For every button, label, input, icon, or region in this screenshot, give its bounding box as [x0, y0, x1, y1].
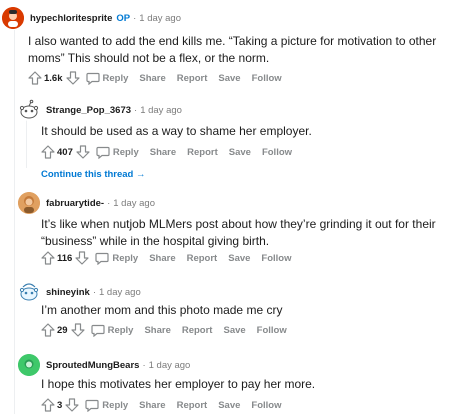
comment-body: I also wanted to add the end kills me. “… — [28, 34, 437, 65]
username[interactable]: fabruarytide- — [46, 198, 104, 209]
upvote-icon[interactable] — [28, 71, 42, 85]
vote-score: 407 — [57, 146, 73, 158]
reply-icon — [95, 252, 109, 265]
timestamp[interactable]: 1 day ago — [99, 287, 141, 298]
avatar[interactable] — [18, 99, 40, 121]
avatar[interactable] — [18, 354, 40, 376]
vote-score: 3 — [57, 399, 63, 411]
save-button[interactable]: Save — [229, 147, 251, 158]
vote-score: 29 — [57, 324, 68, 336]
follow-button[interactable]: Follow — [252, 73, 282, 84]
avatar[interactable] — [18, 281, 40, 303]
share-button[interactable]: Share — [144, 325, 170, 336]
timestamp[interactable]: 1 day ago — [140, 105, 182, 116]
reply-button[interactable]: Reply — [85, 399, 128, 412]
follow-button[interactable]: Follow — [257, 325, 287, 336]
reply-button[interactable]: Reply — [85, 72, 129, 85]
share-button[interactable]: Share — [150, 147, 176, 158]
downvote-icon[interactable] — [75, 251, 89, 265]
follow-button[interactable]: Follow — [251, 400, 281, 411]
comment-body: It’s like when nutjob MLMers post about … — [41, 217, 436, 248]
snoo-avatar-icon — [19, 283, 39, 301]
separator: · — [142, 359, 146, 371]
report-button[interactable]: Report — [187, 147, 218, 158]
downvote-icon[interactable] — [65, 398, 79, 412]
timestamp[interactable]: 1 day ago — [149, 360, 191, 371]
avatar[interactable] — [2, 7, 24, 29]
upvote-icon[interactable] — [41, 323, 55, 337]
share-button[interactable]: Share — [139, 73, 165, 84]
upvote-icon[interactable] — [41, 251, 55, 265]
vote-score: 116 — [57, 252, 73, 264]
downvote-icon[interactable] — [76, 145, 90, 159]
comment-body: It should be used as a way to shame her … — [41, 124, 312, 138]
avatar-figure-icon — [2, 7, 24, 29]
avatar-figure-icon — [18, 192, 40, 214]
timestamp[interactable]: 1 day ago — [113, 198, 155, 209]
follow-button[interactable]: Follow — [261, 253, 291, 264]
comment-body: I hope this motivates her employer to pa… — [41, 377, 316, 391]
reply-icon — [96, 146, 110, 159]
upvote-icon[interactable] — [41, 398, 55, 412]
avatar-figure-icon — [18, 354, 40, 376]
save-button[interactable]: Save — [228, 253, 250, 264]
reply-icon — [90, 324, 105, 337]
username[interactable]: Strange_Pop_3673 — [46, 105, 131, 116]
vote-score: 1.6k — [44, 72, 63, 84]
reply-button[interactable]: Reply — [95, 252, 138, 265]
reply-label: Reply — [102, 72, 129, 84]
share-button[interactable]: Share — [149, 253, 175, 264]
report-button[interactable]: Report — [177, 400, 208, 411]
separator: · — [134, 104, 138, 116]
reply-button[interactable]: Reply — [96, 146, 139, 159]
downvote-icon[interactable] — [65, 71, 80, 85]
separator: · — [107, 197, 111, 209]
reply-label: Reply — [112, 252, 139, 264]
comment-body: I’m another mom and this photo made me c… — [41, 303, 283, 317]
avatar[interactable] — [18, 192, 40, 214]
save-button[interactable]: Save — [218, 400, 240, 411]
separator: · — [133, 12, 137, 24]
snoo-avatar-icon — [19, 99, 39, 119]
report-button[interactable]: Report — [182, 325, 213, 336]
username[interactable]: shineyink — [46, 287, 90, 298]
username[interactable]: SproutedMungBears — [46, 360, 139, 371]
follow-button[interactable]: Follow — [262, 147, 292, 158]
reply-icon — [85, 72, 100, 85]
username[interactable]: hypechloritesprite — [30, 13, 112, 24]
thread-line[interactable] — [26, 118, 27, 168]
report-button[interactable]: Report — [187, 253, 218, 264]
reply-icon — [85, 399, 99, 412]
separator: · — [92, 286, 96, 298]
thread-line[interactable] — [14, 30, 15, 414]
reply-label: Reply — [102, 399, 129, 411]
downvote-icon[interactable] — [70, 323, 85, 337]
continue-thread-link[interactable]: Continue this thread → — [41, 169, 146, 180]
report-button[interactable]: Report — [177, 73, 208, 84]
share-button[interactable]: Share — [139, 400, 165, 411]
reply-label: Reply — [107, 324, 134, 336]
save-button[interactable]: Save — [223, 325, 245, 336]
save-button[interactable]: Save — [218, 73, 240, 84]
op-badge: OP — [116, 12, 131, 24]
reply-button[interactable]: Reply — [90, 324, 134, 337]
reply-label: Reply — [112, 146, 139, 158]
upvote-icon[interactable] — [41, 145, 55, 159]
timestamp[interactable]: 1 day ago — [139, 13, 181, 24]
